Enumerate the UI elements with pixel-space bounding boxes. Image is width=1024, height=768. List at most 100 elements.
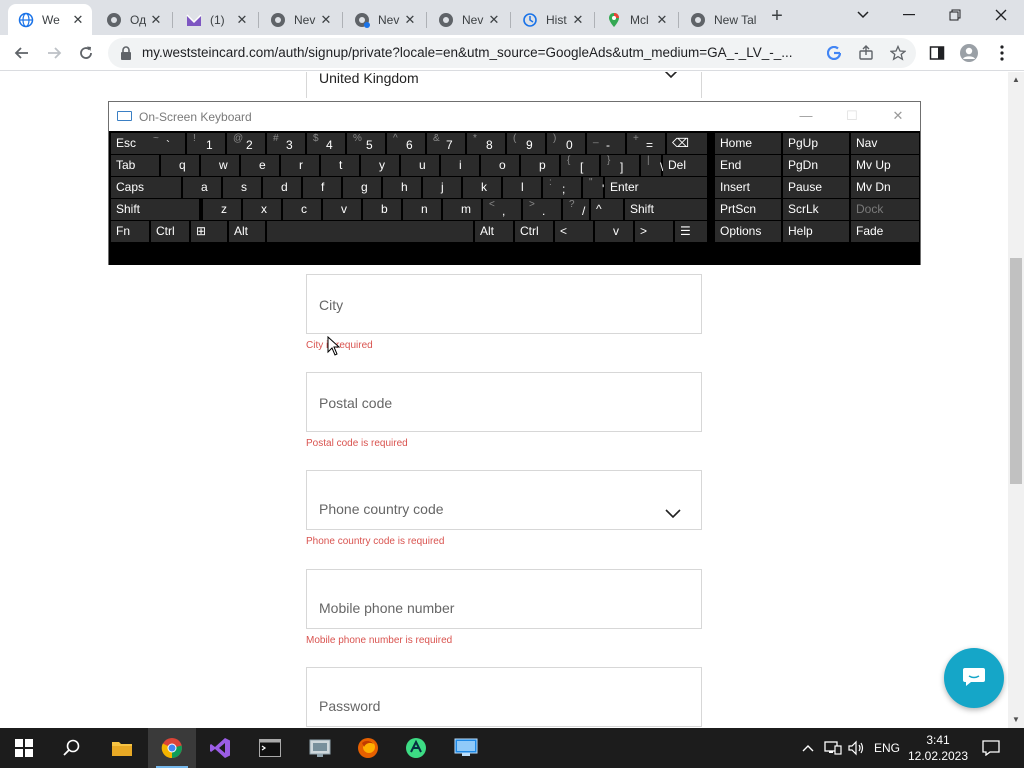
chrome-taskbar-icon[interactable] <box>148 728 196 768</box>
osk-key[interactable]: p <box>521 155 559 176</box>
osk-key[interactable]: i <box>441 155 479 176</box>
osk-key[interactable]: End <box>715 155 781 176</box>
star-icon[interactable] <box>890 45 906 61</box>
osk-key[interactable]: k <box>463 177 501 198</box>
lock-icon[interactable] <box>118 45 134 61</box>
osk-key[interactable]: (9 <box>507 133 545 154</box>
osk-key[interactable]: z <box>203 199 241 220</box>
osk-key[interactable]: ⌫ <box>667 133 707 154</box>
city-field[interactable]: City <box>306 274 702 334</box>
close-tab-icon[interactable]: ✕ <box>570 12 586 28</box>
osk-key[interactable]: d <box>263 177 301 198</box>
osk-key[interactable]: ☰ <box>675 221 707 242</box>
osk-key[interactable]: Alt <box>475 221 513 242</box>
osk-key[interactable]: < <box>555 221 593 242</box>
network-icon[interactable] <box>824 728 842 768</box>
scroll-up-arrow-icon[interactable]: ▲ <box>1012 76 1020 84</box>
firefox-icon[interactable] <box>344 728 392 768</box>
clock[interactable]: 3:41 12.02.2023 <box>900 732 976 764</box>
osk-key[interactable]: Pause <box>783 177 849 198</box>
osk-key[interactable]: Ctrl <box>515 221 553 242</box>
osk-key[interactable]: s <box>223 177 261 198</box>
network-app-icon[interactable] <box>296 728 344 768</box>
osk-key[interactable]: m <box>443 199 481 220</box>
scroll-down-arrow-icon[interactable]: ▼ <box>1012 716 1020 724</box>
osk-key[interactable]: {[ <box>561 155 599 176</box>
osk-key[interactable]: y <box>361 155 399 176</box>
osk-key[interactable]: Enter <box>605 177 707 198</box>
osk-key[interactable]: Help <box>783 221 849 242</box>
osk-key[interactable]: @2 <box>227 133 265 154</box>
osk-key[interactable]: Fn <box>111 221 149 242</box>
osk-key[interactable]: Caps <box>111 177 181 198</box>
forward-icon[interactable] <box>41 40 67 66</box>
show-hidden-icons-icon[interactable] <box>802 728 814 768</box>
osk-key[interactable]: ScrLk <box>783 199 849 220</box>
osk-key[interactable]: Shift <box>625 199 707 220</box>
osk-key[interactable]: >. <box>523 199 561 220</box>
osk-key[interactable]: Del <box>663 155 707 176</box>
tab-5[interactable]: Nev ✕ <box>428 4 508 35</box>
osk-key[interactable]: f <box>303 177 341 198</box>
close-tab-icon[interactable]: ✕ <box>148 12 164 28</box>
osk-key[interactable]: l <box>503 177 541 198</box>
address-bar[interactable]: my.weststeincard.com/auth/signup/private… <box>108 38 916 68</box>
notifications-icon[interactable] <box>982 728 1000 768</box>
google-icon[interactable] <box>826 45 842 61</box>
restore-icon[interactable] <box>932 0 978 30</box>
postal-code-field[interactable]: Postal code <box>306 372 702 432</box>
osk-key[interactable]: q <box>161 155 199 176</box>
tab-4[interactable]: Nev ✕ <box>344 4 424 35</box>
search-icon[interactable] <box>48 728 96 768</box>
osk-key[interactable]: Insert <box>715 177 781 198</box>
back-icon[interactable] <box>9 40 35 66</box>
osk-key[interactable]: u <box>401 155 439 176</box>
osk-key[interactable]: ? / <box>563 199 589 220</box>
language-indicator[interactable]: ENG <box>874 728 900 768</box>
osk-key[interactable]: v <box>595 221 633 242</box>
close-window-icon[interactable] <box>978 0 1024 30</box>
osk-maximize-icon[interactable]: ☐ <box>837 106 867 126</box>
mobile-phone-field[interactable]: Mobile phone number <box>306 569 702 629</box>
osk-key[interactable]: #3 <box>267 133 305 154</box>
osk-key[interactable]: <, <box>483 199 521 220</box>
tab-3[interactable]: Nev ✕ <box>260 4 340 35</box>
tab-1[interactable]: Од ✕ <box>96 4 170 35</box>
osk-key[interactable] <box>267 221 473 242</box>
osk-key[interactable]: v <box>323 199 361 220</box>
file-explorer-icon[interactable] <box>98 728 146 768</box>
osk-close-icon[interactable]: ✕ <box>883 106 913 126</box>
android-studio-icon[interactable] <box>392 728 440 768</box>
tab-0[interactable]: We ✕ <box>8 4 92 35</box>
osk-key[interactable]: PgDn <box>783 155 849 176</box>
close-tab-icon[interactable]: ✕ <box>654 12 670 28</box>
osk-key[interactable]: a <box>183 177 221 198</box>
osk-key[interactable]: ! 1 <box>187 133 225 154</box>
close-tab-icon[interactable]: ✕ <box>234 12 250 28</box>
osk-key[interactable]: ⊞ <box>191 221 227 242</box>
osk-key[interactable]: ) 0 <box>547 133 585 154</box>
osk-key[interactable]: Alt <box>229 221 265 242</box>
osk-key[interactable]: e <box>241 155 279 176</box>
chat-button[interactable] <box>944 648 1004 708</box>
osk-key[interactable]: Options <box>715 221 781 242</box>
osk-key[interactable]: + = <box>627 133 665 154</box>
close-tab-icon[interactable]: ✕ <box>486 12 502 28</box>
close-tab-icon[interactable]: ✕ <box>70 12 86 28</box>
osk-key[interactable]: r <box>281 155 319 176</box>
terminal-icon[interactable] <box>246 728 294 768</box>
osk-key[interactable]: Esc <box>111 133 147 154</box>
minimize-icon[interactable] <box>886 0 932 30</box>
osk-key[interactable]: * 8 <box>467 133 505 154</box>
osk-key[interactable]: j <box>423 177 461 198</box>
close-tab-icon[interactable]: ✕ <box>402 12 418 28</box>
osk-key[interactable]: ~ ` <box>147 133 185 154</box>
osk-key[interactable]: t <box>321 155 359 176</box>
osk-key[interactable]: _ - <box>587 133 625 154</box>
new-tab-button[interactable]: + <box>766 6 788 28</box>
volume-icon[interactable] <box>848 728 866 768</box>
reload-icon[interactable] <box>73 40 99 66</box>
menu-dots-icon[interactable] <box>992 43 1012 63</box>
tab-6[interactable]: Hist ✕ <box>512 4 592 35</box>
osk-key[interactable]: }] <box>601 155 639 176</box>
